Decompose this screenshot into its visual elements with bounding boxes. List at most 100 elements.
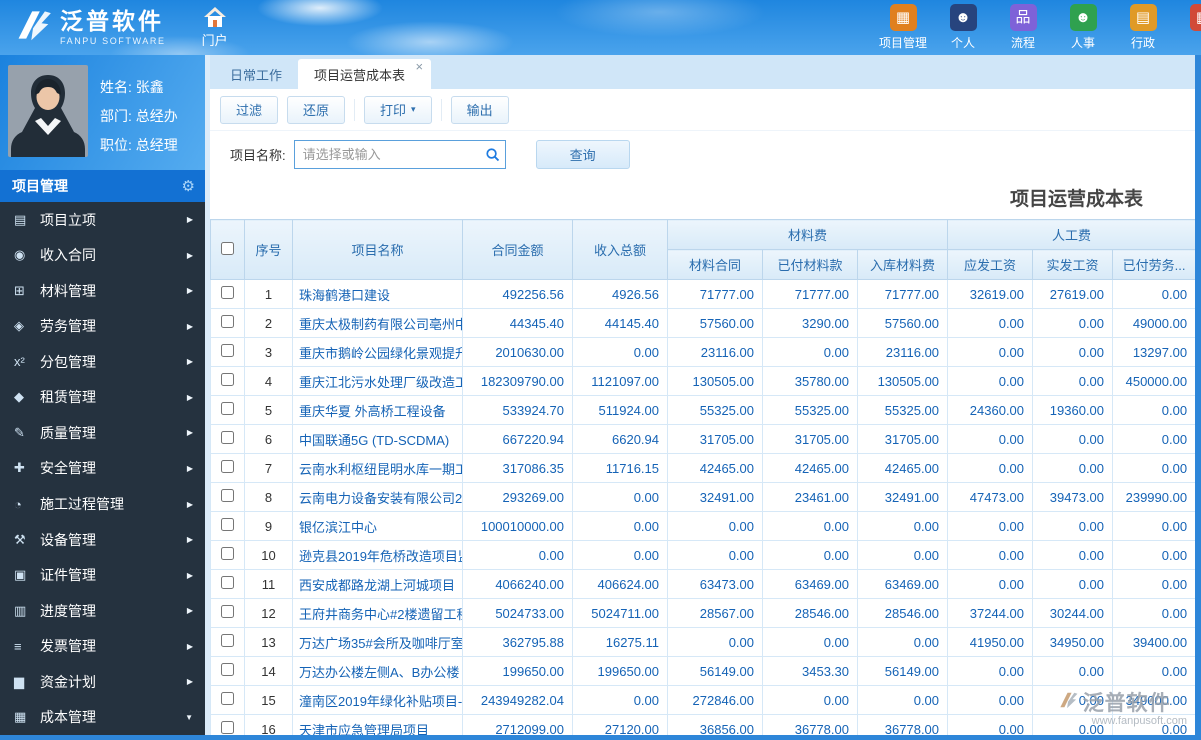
row-checkbox[interactable] bbox=[221, 634, 234, 647]
project-name-link[interactable]: 银亿滨江中心 bbox=[292, 511, 463, 541]
amount-cell: 130505.00 bbox=[667, 366, 763, 396]
sidebar-item-label: 收入合同 bbox=[40, 247, 96, 264]
sidebar-item-certificate[interactable]: ▣ 证件管理 ▶ bbox=[0, 557, 205, 593]
project-name-link[interactable]: 万达广场35#会所及咖啡厅室内 bbox=[292, 627, 463, 657]
row-checkbox[interactable] bbox=[221, 402, 234, 415]
project-name-link[interactable]: 重庆华夏 外高桥工程设备 bbox=[292, 395, 463, 425]
project-name-link[interactable]: 王府井商务中心#2楼遗留工程 bbox=[292, 598, 463, 628]
search-icon[interactable] bbox=[485, 147, 500, 167]
sidebar-item-lease[interactable]: ◆ 租赁管理 ▶ bbox=[0, 380, 205, 416]
col-header-contract-amount[interactable]: 合同金额 bbox=[462, 219, 573, 280]
sidebar-item-equipment[interactable]: ⚒ 设备管理 ▶ bbox=[0, 522, 205, 558]
sidebar-item-income-contract[interactable]: ◉ 收入合同 ▶ bbox=[0, 238, 205, 274]
row-checkbox[interactable] bbox=[221, 373, 234, 386]
row-checkbox[interactable] bbox=[221, 460, 234, 473]
table-title: 项目运营成本表 bbox=[1009, 189, 1143, 210]
sidebar-item-invoice[interactable]: ≡ 发票管理 ▶ bbox=[0, 628, 205, 664]
amount-cell: 31705.00 bbox=[667, 424, 763, 454]
row-checkbox[interactable] bbox=[221, 489, 234, 502]
row-checkbox[interactable] bbox=[221, 286, 234, 299]
col-header-labor-paid[interactable]: 已付劳务... bbox=[1112, 249, 1197, 280]
project-name-input[interactable] bbox=[294, 146, 505, 162]
row-checkbox[interactable] bbox=[221, 605, 234, 618]
project-name-link[interactable]: 重庆江北污水处理厂级改造工程 bbox=[292, 366, 463, 396]
top-nav-item-workflow[interactable]: 品流程 bbox=[999, 4, 1047, 51]
export-button[interactable]: 输出 bbox=[450, 95, 509, 124]
project-name-link[interactable]: 西安成都路龙湖上河城项目 bbox=[292, 569, 463, 599]
project-name-link[interactable]: 云南水利枢纽昆明水库一期工程 bbox=[292, 453, 463, 483]
project-name-link[interactable]: 中国联通5G (TD-SCDMA) bbox=[292, 424, 463, 454]
print-button[interactable]: 打印 ▾ bbox=[364, 95, 432, 124]
query-button[interactable]: 查询 bbox=[535, 139, 630, 169]
sidebar-item-cost[interactable]: ▦ 成本管理 ▼ bbox=[0, 699, 205, 735]
row-checkbox[interactable] bbox=[221, 344, 234, 357]
col-header-material-paid[interactable]: 已付材料款 bbox=[762, 249, 858, 280]
row-checkbox[interactable] bbox=[221, 315, 234, 328]
top-nav-item-admin[interactable]: ▤ 行政 bbox=[1119, 4, 1167, 51]
tab-daily-work[interactable]: 日常工作 bbox=[214, 59, 298, 89]
cost-table: 序号 项目名称 合同金额 收入总额 材料费 人工费 材料合同 已付材料款 入库材… bbox=[210, 219, 1197, 735]
sidebar-item-quality[interactable]: ✎ 质量管理 ▶ bbox=[0, 415, 205, 451]
horizontal-scrollbar[interactable] bbox=[0, 735, 1201, 740]
project-name-link[interactable]: 天津市应急管理局项目 bbox=[292, 714, 463, 735]
amount-cell: 3290.00 bbox=[762, 308, 858, 338]
row-checkbox[interactable] bbox=[221, 518, 234, 531]
sidebar-item-progress[interactable]: ▥ 进度管理 ▶ bbox=[0, 593, 205, 629]
home-icon bbox=[203, 6, 227, 28]
restore-button[interactable]: 还原 bbox=[287, 95, 346, 124]
project-name-link[interactable]: 云南电力设备安装有限公司2期 bbox=[292, 482, 463, 512]
project-name-link[interactable]: 潼南区2019年绿化补贴项目-绿化 bbox=[292, 685, 463, 715]
col-header-salary-paid[interactable]: 实发工资 bbox=[1032, 249, 1114, 280]
amount-cell: 27120.00 bbox=[572, 714, 668, 735]
col-header-project-name[interactable]: 项目名称 bbox=[292, 219, 463, 280]
sidebar-item-project-initiation[interactable]: ▤ 项目立项 ▶ bbox=[0, 202, 205, 238]
nav-portal[interactable]: 门户 bbox=[202, 6, 228, 49]
row-checkbox[interactable] bbox=[221, 692, 234, 705]
amount-cell: 0.00 bbox=[1112, 714, 1197, 735]
top-nav-item-personal[interactable]: ☻ 个人 bbox=[939, 4, 987, 51]
sidebar-item-labor[interactable]: ◈ 劳务管理 ▶ bbox=[0, 309, 205, 345]
vertical-scrollbar[interactable] bbox=[1195, 55, 1201, 740]
col-header-material-stocked[interactable]: 入库材料费 bbox=[856, 249, 949, 280]
project-name-link[interactable]: 逊克县2019年危桥改造项目监理 bbox=[292, 540, 463, 570]
row-checkbox[interactable] bbox=[221, 721, 234, 734]
amount-cell: 0.00 bbox=[1032, 337, 1114, 367]
top-nav-item-project-management[interactable]: ▦ 项目管理 bbox=[879, 4, 927, 51]
fanpu-logo-icon bbox=[14, 8, 52, 47]
gear-icon[interactable]: ⚙ bbox=[182, 177, 195, 195]
tab-project-cost-table[interactable]: 项目运营成本表 × bbox=[298, 59, 432, 89]
amount-cell: 0.00 bbox=[1032, 540, 1114, 570]
amount-cell: 349000.00 bbox=[1112, 685, 1197, 715]
col-header-seq[interactable]: 序号 bbox=[244, 219, 293, 280]
top-nav-item-hr[interactable]: ☻ 人事 bbox=[1059, 4, 1107, 51]
fund-chart-icon: ▆ bbox=[14, 673, 24, 689]
table-row: 10逊克县2019年危桥改造项目监理0.000.000.000.000.000.… bbox=[210, 540, 1197, 570]
select-all-checkbox[interactable] bbox=[221, 241, 234, 255]
top-nav-item-more[interactable]: ▦ bbox=[1179, 4, 1201, 51]
cart-icon: ⊞ bbox=[14, 282, 25, 298]
sidebar-item-fund-plan[interactable]: ▆ 资金计划 ▶ bbox=[0, 664, 205, 700]
toolbar-divider bbox=[440, 98, 442, 121]
amount-cell: 71777.00 bbox=[762, 279, 858, 309]
close-icon[interactable]: × bbox=[415, 60, 423, 73]
filter-button[interactable]: 过滤 bbox=[220, 95, 279, 124]
row-checkbox-cell bbox=[210, 511, 245, 541]
chevron-right-icon: ▶ bbox=[186, 641, 193, 651]
subcontract-icon: x² bbox=[14, 354, 25, 370]
project-name-link[interactable]: 重庆市鹅岭公园绿化景观提升工程 bbox=[292, 337, 463, 367]
col-header-material-contract[interactable]: 材料合同 bbox=[667, 249, 763, 280]
sidebar-item-material[interactable]: ⊞ 材料管理 ▶ bbox=[0, 273, 205, 309]
project-name-link[interactable]: 重庆太极制药有限公司亳州中药 bbox=[292, 308, 463, 338]
col-header-income-total[interactable]: 收入总额 bbox=[572, 219, 668, 280]
sidebar-item-subcontract[interactable]: x² 分包管理 ▶ bbox=[0, 344, 205, 380]
row-checkbox[interactable] bbox=[221, 663, 234, 676]
sidebar-item-safety[interactable]: ✚ 安全管理 ▶ bbox=[0, 451, 205, 487]
row-checkbox[interactable] bbox=[221, 547, 234, 560]
sidebar-item-construction-process[interactable]: ◔ 施工过程管理 ▶ bbox=[0, 486, 205, 522]
col-header-salary-due[interactable]: 应发工资 bbox=[947, 249, 1034, 280]
project-name-link[interactable]: 珠海鹤港口建设 bbox=[292, 279, 463, 309]
row-checkbox[interactable] bbox=[221, 431, 234, 444]
contract-icon: ◉ bbox=[14, 247, 26, 263]
project-name-link[interactable]: 万达办公楼左侧A、B办公楼 bbox=[292, 656, 463, 686]
row-checkbox[interactable] bbox=[221, 576, 234, 589]
